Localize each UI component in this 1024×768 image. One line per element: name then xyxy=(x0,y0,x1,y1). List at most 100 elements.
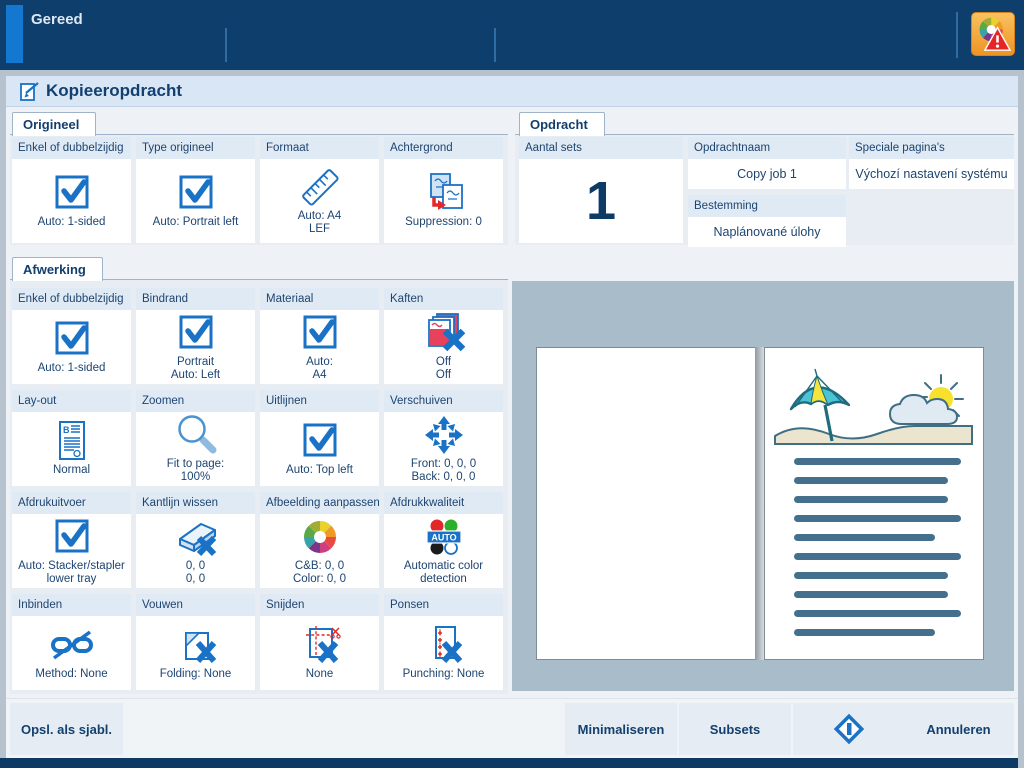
main-frame: Kopieeropdracht Origineel Enkel of dubbe… xyxy=(0,70,1024,768)
afw-tile-bindrand[interactable]: Bindrand Portrait Auto: Left xyxy=(136,288,255,384)
interrupt-diamond-icon xyxy=(827,709,871,749)
tile-caption: Punching: None xyxy=(403,668,485,681)
save-as-template-button[interactable]: Opsl. als sjabl. xyxy=(10,703,123,755)
tile-caption: Auto: Top left xyxy=(286,464,353,477)
orig-tile-achtergrond[interactable]: Achtergrond Suppression: 0 xyxy=(384,137,503,243)
preview-spine xyxy=(755,347,764,660)
tile-caption: Auto: Stacker/stapler lower tray xyxy=(18,560,125,586)
interrupt-button[interactable] xyxy=(793,703,905,755)
afw-tile-zoomen[interactable]: Zoomen Fit to page: 100% xyxy=(136,390,255,486)
status-accent-bar xyxy=(6,5,23,63)
color-wheel-warning-icon xyxy=(975,16,1011,52)
bottom-strip xyxy=(0,758,1018,768)
afw-tile-materiaal[interactable]: Materiaal Auto: A4 xyxy=(260,288,379,384)
checkbox-checked-icon xyxy=(298,313,342,353)
subsets-button[interactable]: Subsets xyxy=(679,703,791,755)
tile-caption: Folding: None xyxy=(160,668,232,681)
tile-label: Afdrukuitvoer xyxy=(12,492,131,514)
tile-label: Snijden xyxy=(260,594,379,616)
tile-label: Inbinden xyxy=(12,594,131,616)
afw-tile-layout[interactable]: Lay-out Normal xyxy=(12,390,131,486)
tile-label: Enkel of dubbelzijdig xyxy=(12,137,131,159)
tile-caption: Auto: A4 LEF xyxy=(298,210,341,236)
tile-caption: Auto: Portrait left xyxy=(153,216,239,229)
tile-label: Formaat xyxy=(260,137,379,159)
tile-label: Enkel of dubbelzijdig xyxy=(12,288,131,310)
afw-tile-afbeelding-aanpassen[interactable]: Afbeelding aanpassen C&B: 0, 0 Color: 0,… xyxy=(260,492,379,588)
topbar-divider xyxy=(956,12,958,58)
opdrachtnaam-field[interactable]: Copy job 1 xyxy=(688,159,846,189)
afw-tile-uitlijnen[interactable]: Uitlijnen Auto: Top left xyxy=(260,390,379,486)
job-preview-area xyxy=(512,281,1014,691)
aantal-sets-label: Aantal sets xyxy=(519,137,683,159)
tile-label: Kaften xyxy=(384,288,503,310)
content-area: Kopieeropdracht Origineel Enkel of dubbe… xyxy=(6,76,1018,758)
tile-label: Materiaal xyxy=(260,288,379,310)
afw-tile-snijden[interactable]: Snijden None xyxy=(260,594,379,690)
tile-caption: Auto: 1-sided xyxy=(38,362,106,375)
color-alert-button[interactable] xyxy=(971,12,1015,56)
tile-label: Bindrand xyxy=(136,288,255,310)
tile-caption: Fit to page: 100% xyxy=(167,458,225,484)
tile-label: Afbeelding aanpassen xyxy=(260,492,379,514)
cut-crossed-icon xyxy=(298,625,342,665)
tile-label: Verschuiven xyxy=(384,390,503,412)
tile-caption: Front: 0, 0, 0 Back: 0, 0, 0 xyxy=(411,458,476,484)
tab-opdracht[interactable]: Opdracht xyxy=(519,112,605,136)
status-text: Gereed xyxy=(31,11,83,28)
footer-bar: Opsl. als sjabl. Minimaliseren Subsets A… xyxy=(6,698,1018,759)
speciale-paginas-field[interactable]: Výchozí nastavení systému xyxy=(849,159,1014,189)
tile-label: Achtergrond xyxy=(384,137,503,159)
background-suppression-icon xyxy=(422,173,466,213)
origineel-tiles: Enkel of dubbelzijdig Auto: 1-sided Type… xyxy=(12,137,503,243)
magnifier-icon xyxy=(174,415,218,455)
tile-caption: C&B: 0, 0 Color: 0, 0 xyxy=(293,560,346,586)
covers-off-icon xyxy=(422,313,466,353)
page-title: Kopieeropdracht xyxy=(46,81,182,101)
eraser-crossed-icon xyxy=(174,517,218,557)
afw-tile-enkel-dubbelzijdig[interactable]: Enkel of dubbelzijdig Auto: 1-sided xyxy=(12,288,131,384)
minimize-button[interactable]: Minimaliseren xyxy=(565,703,677,755)
orig-tile-type-origineel[interactable]: Type origineel Auto: Portrait left xyxy=(136,137,255,243)
afwerking-tiles: Enkel of dubbelzijdig Auto: 1-sided Bind… xyxy=(12,288,503,690)
ruler-icon xyxy=(298,167,342,207)
orig-tile-formaat[interactable]: Formaat Auto: A4 LEF xyxy=(260,137,379,243)
copier-app-window: Gereed Kopieeropdracht Origineel Enkel o… xyxy=(0,0,1024,768)
punch-crossed-icon xyxy=(422,625,466,665)
tile-caption: Auto: A4 xyxy=(306,356,333,382)
tile-caption: Auto: 1-sided xyxy=(38,216,106,229)
page-title-bar: Kopieeropdracht xyxy=(6,76,1018,107)
afw-tile-kaften[interactable]: Kaften Off Off xyxy=(384,288,503,384)
afw-tile-inbinden[interactable]: Inbinden Method: None xyxy=(12,594,131,690)
tile-label: Lay-out xyxy=(12,390,131,412)
move-arrows-icon xyxy=(422,415,466,455)
color-wheel-icon xyxy=(298,517,342,557)
afw-tile-afdrukkwaliteit[interactable]: Afdrukkwaliteit Automatic color detectio… xyxy=(384,492,503,588)
auto-color-icon xyxy=(422,517,466,557)
afw-tile-verschuiven[interactable]: Verschuiven Front: 0, 0, 0 Back: 0, 0, 0 xyxy=(384,390,503,486)
checkbox-checked-icon xyxy=(50,319,94,359)
tile-caption: Portrait Auto: Left xyxy=(171,356,220,382)
tile-caption: Automatic color detection xyxy=(404,560,483,586)
tile-caption: Off Off xyxy=(436,356,451,382)
checkbox-checked-icon xyxy=(50,517,94,557)
afw-tile-vouwen[interactable]: Vouwen Folding: None xyxy=(136,594,255,690)
tab-afwerking[interactable]: Afwerking xyxy=(12,257,103,281)
preview-page-blank xyxy=(536,347,756,660)
bestemming-field[interactable]: Naplánované úlohy xyxy=(688,217,846,247)
orig-tile-enkel-dubbelzijdig[interactable]: Enkel of dubbelzijdig Auto: 1-sided xyxy=(12,137,131,243)
tab-origineel[interactable]: Origineel xyxy=(12,112,96,136)
page-edit-icon xyxy=(18,80,42,104)
afw-tile-ponsen[interactable]: Ponsen Punching: None xyxy=(384,594,503,690)
tile-label: Type origineel xyxy=(136,137,255,159)
afw-tile-kantlijn-wissen[interactable]: Kantlijn wissen 0, 0 0, 0 xyxy=(136,492,255,588)
tile-label: Afdrukkwaliteit xyxy=(384,492,503,514)
cancel-button[interactable]: Annuleren xyxy=(903,703,1014,755)
afw-tile-afdrukuitvoer[interactable]: Afdrukuitvoer Auto: Stacker/stapler lowe… xyxy=(12,492,131,588)
checkbox-checked-icon xyxy=(298,421,342,461)
beach-document-illustration xyxy=(765,348,983,659)
tile-caption: Suppression: 0 xyxy=(405,216,482,229)
tile-label: Zoomen xyxy=(136,390,255,412)
aantal-sets-value[interactable]: 1 xyxy=(519,159,683,243)
topbar-divider xyxy=(225,28,227,62)
